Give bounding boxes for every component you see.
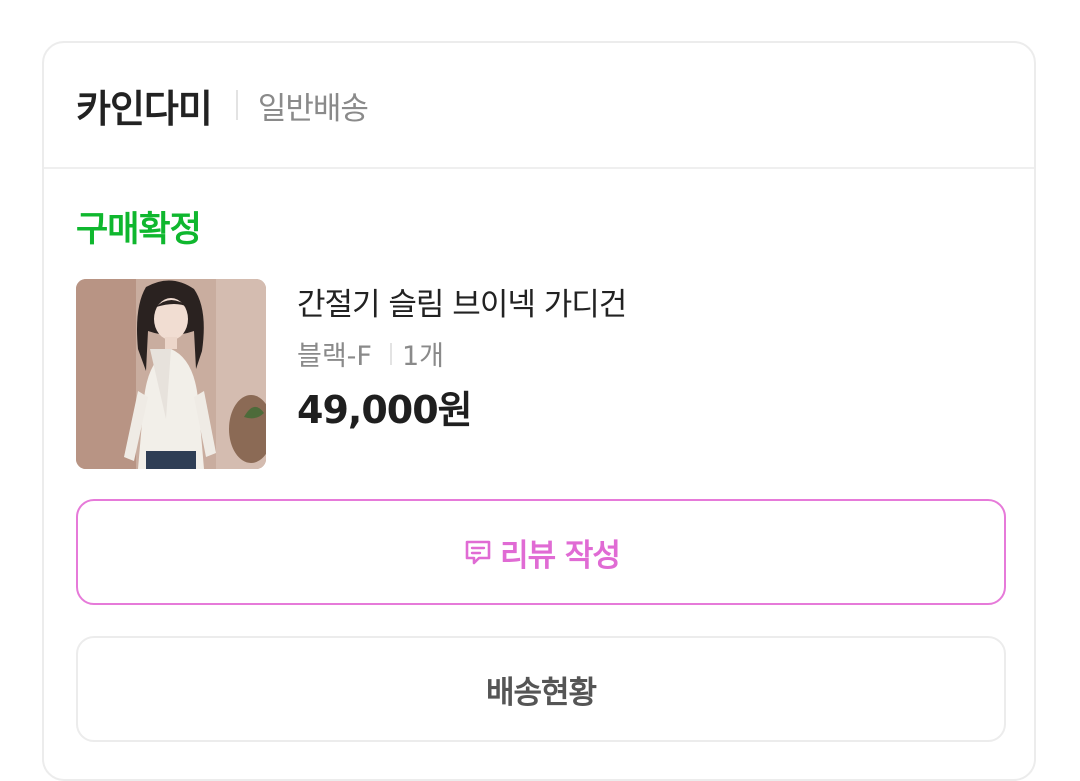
order-card: 카인다미 일반배송 구매확정 간절기 슬림 브이넥 가디건 블랙-F 1개 49… xyxy=(42,41,1036,781)
delivery-status-label: 배송현황 xyxy=(485,674,597,711)
write-review-button[interactable]: 리뷰 작성 xyxy=(76,499,1006,605)
header-divider xyxy=(235,90,238,120)
product-thumbnail[interactable] xyxy=(76,279,266,469)
product-options: 블랙-F 1개 xyxy=(297,334,444,373)
order-status: 구매확정 xyxy=(76,210,202,250)
product-name[interactable]: 간절기 슬림 브이넥 가디건 xyxy=(297,279,627,324)
comment-edit-icon xyxy=(465,540,491,565)
seller-name[interactable]: 카인다미 xyxy=(76,78,213,133)
delivery-status-button[interactable]: 배송현황 xyxy=(76,636,1006,742)
product-option: 블랙-F xyxy=(297,341,372,372)
review-button-label: 리뷰 작성 xyxy=(500,537,621,574)
product-quantity: 1개 xyxy=(401,341,444,372)
option-divider xyxy=(389,342,392,365)
product-price: 49,000원 xyxy=(297,388,473,432)
shipping-type: 일반배송 xyxy=(257,90,369,127)
card-header: 카인다미 일반배송 xyxy=(44,43,1034,169)
product-photo xyxy=(76,279,266,469)
